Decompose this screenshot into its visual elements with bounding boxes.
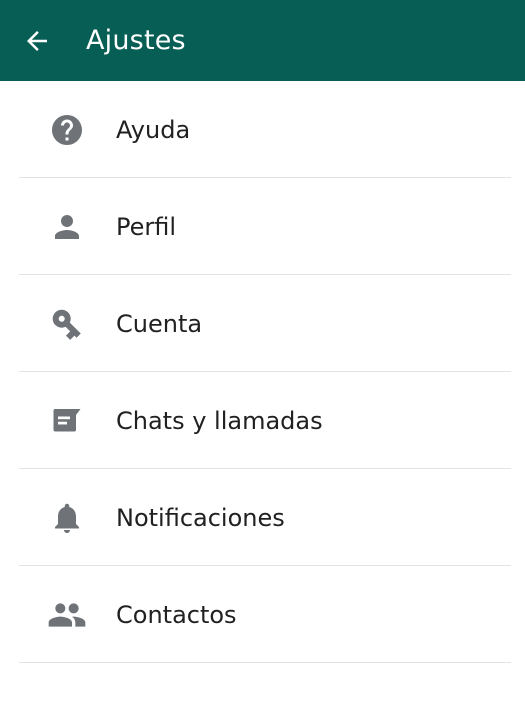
settings-item-label: Cuenta (116, 309, 203, 338)
bell-icon (47, 498, 87, 538)
settings-item-label: Ayuda (116, 115, 191, 144)
settings-item-label: Contactos (116, 600, 237, 629)
settings-item-label: Chats y llamadas (116, 406, 323, 435)
person-icon (47, 207, 87, 247)
settings-list: Ayuda Perfil Cuenta Chats y llamadas Not… (0, 81, 525, 663)
chat-icon (47, 401, 87, 441)
settings-item-label: Notificaciones (116, 503, 285, 532)
settings-item-account[interactable]: Cuenta (0, 275, 525, 372)
app-bar: Ajustes (0, 0, 525, 81)
page-title: Ajustes (86, 25, 186, 56)
settings-item-help[interactable]: Ayuda (0, 81, 525, 178)
settings-item-label: Perfil (116, 212, 177, 241)
settings-item-chats[interactable]: Chats y llamadas (0, 372, 525, 469)
key-icon (47, 304, 87, 344)
contacts-icon (47, 595, 87, 635)
arrow-back-icon (27, 30, 47, 51)
back-button[interactable] (0, 0, 74, 81)
settings-item-profile[interactable]: Perfil (0, 178, 525, 275)
settings-item-contacts[interactable]: Contactos (0, 566, 525, 663)
divider (19, 662, 511, 663)
settings-item-notifications[interactable]: Notificaciones (0, 469, 525, 566)
help-icon (47, 110, 87, 150)
